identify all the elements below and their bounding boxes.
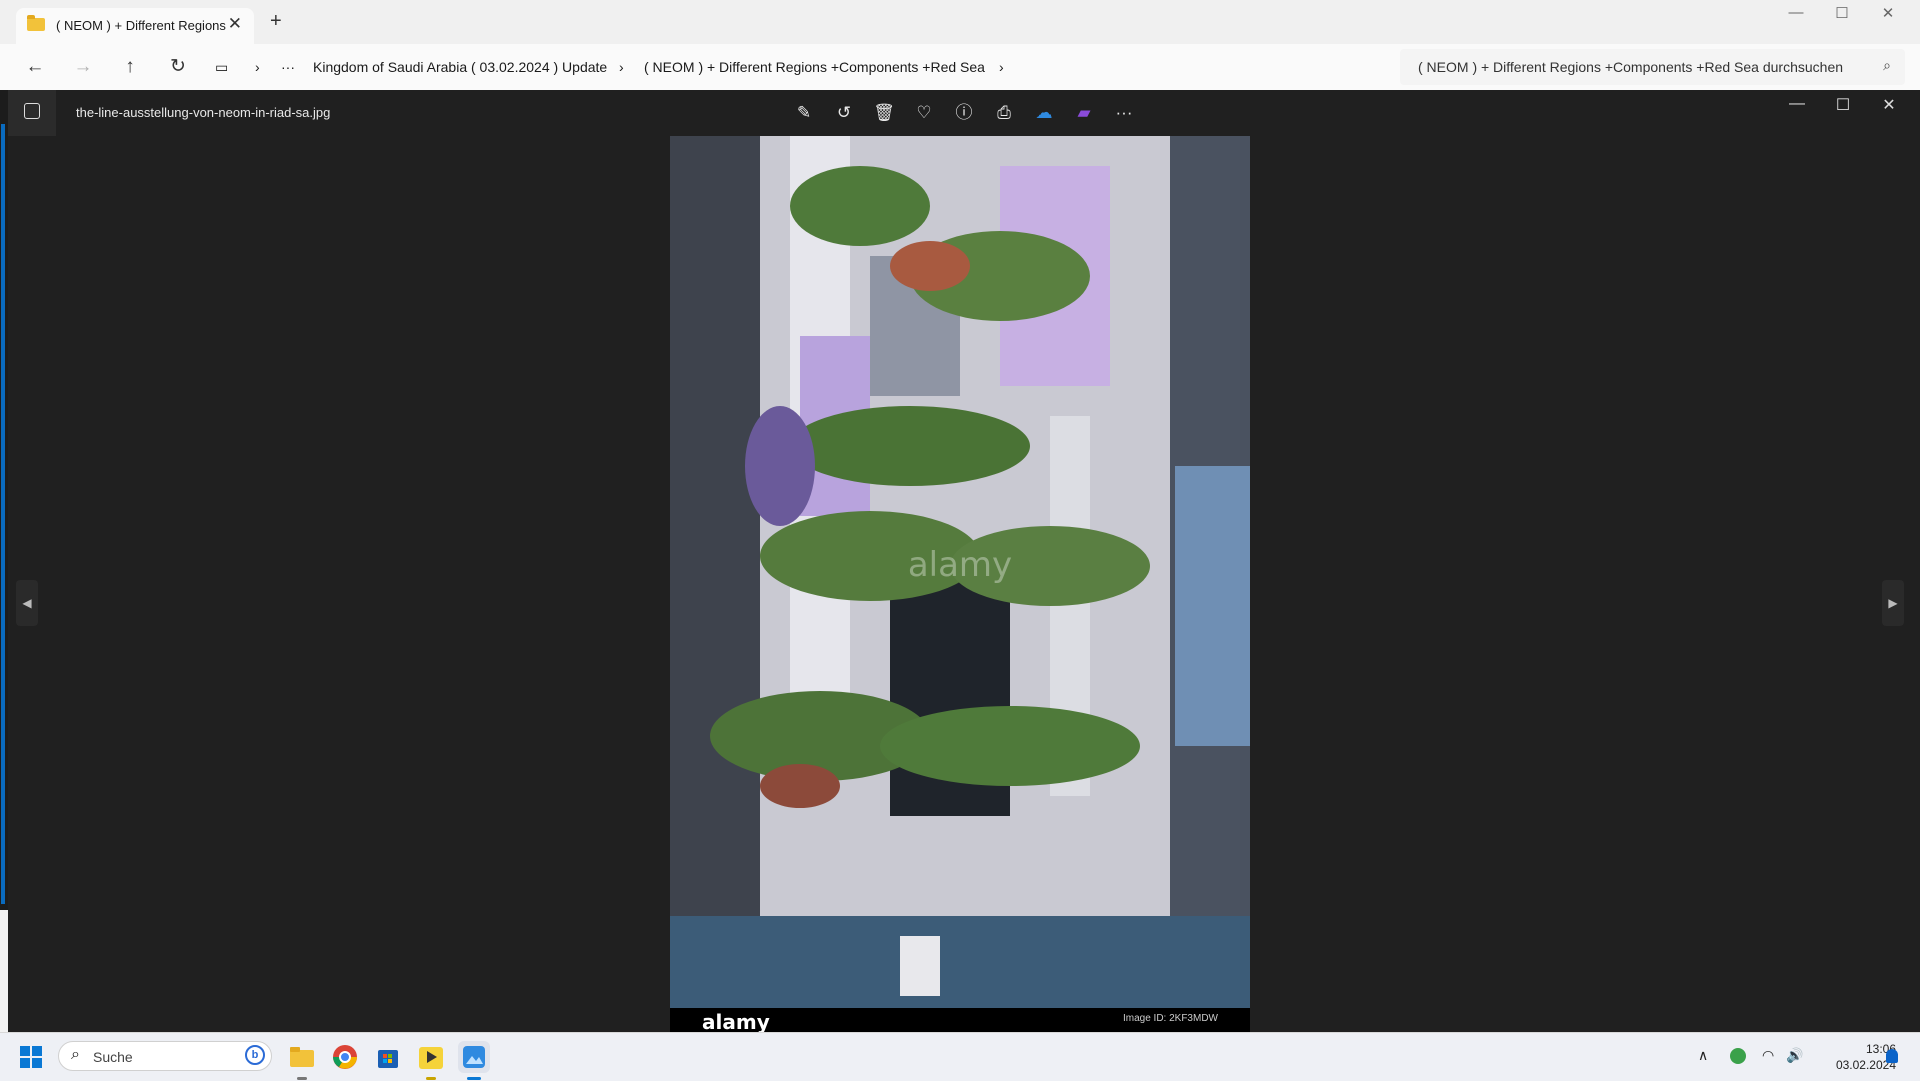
breadcrumb-item-neom[interactable]: ( NEOM ) + Different Regions +Components…	[644, 59, 985, 75]
search-placeholder: ( NEOM ) + Different Regions +Components…	[1418, 59, 1844, 75]
explorer-tab[interactable]: ( NEOM ) + Different Regions ✕	[16, 8, 254, 44]
player-taskbar-icon[interactable]	[415, 1041, 447, 1080]
photos-icon	[463, 1046, 485, 1068]
previous-image-button[interactable]: ◀	[16, 580, 38, 626]
wifi-icon[interactable]: ◠	[1762, 1047, 1774, 1064]
more-options-icon[interactable]: ···	[1110, 100, 1138, 126]
photos-titlebar: the-line-ausstellung-von-neom-in-riad-sa…	[8, 90, 1920, 136]
bing-icon[interactable]: b	[245, 1045, 265, 1065]
date-text: 03.02.2024	[1835, 1058, 1896, 1072]
background-window-accent	[1, 124, 5, 904]
tab-title: ( NEOM ) + Different Regions	[56, 18, 226, 33]
photos-minimize-button[interactable]: —	[1774, 95, 1820, 113]
search-icon: ⌕	[71, 1046, 80, 1063]
breadcrumb-overflow-button[interactable]: ···	[281, 59, 295, 75]
new-tab-button[interactable]: +	[270, 10, 282, 33]
store-icon	[378, 1050, 398, 1068]
tab-close-button[interactable]: ✕	[228, 14, 242, 34]
breadcrumb: ▭ › ··· Kingdom of Saudi Arabia ( 03.02.…	[215, 50, 1395, 84]
explorer-minimize-button[interactable]: —	[1773, 4, 1819, 21]
onedrive-icon[interactable]: ☁	[1030, 100, 1058, 126]
photos-close-button[interactable]: ✕	[1866, 95, 1912, 115]
show-hidden-icons-button[interactable]: ∧	[1698, 1047, 1708, 1064]
chrome-icon	[333, 1045, 357, 1069]
delete-icon[interactable]: 🗑	[870, 100, 898, 126]
file-explorer-taskbar-icon[interactable]	[286, 1041, 318, 1080]
this-pc-icon[interactable]: ▭	[215, 59, 228, 76]
alamy-logo: alamy	[702, 1010, 770, 1034]
refresh-button[interactable]: ↻	[161, 52, 195, 82]
clipchamp-icon[interactable]: ▰	[1070, 100, 1098, 126]
next-image-button[interactable]: ▶	[1882, 580, 1904, 626]
taskbar-search-label: Suche	[93, 1049, 133, 1065]
photos-app-icon[interactable]	[8, 90, 56, 136]
up-button[interactable]: ↑	[113, 52, 147, 82]
photo-display[interactable]: alamy	[670, 136, 1250, 1032]
neom-the-line-model-photo: alamy	[670, 136, 1250, 1032]
image-id: Image ID: 2KF3MDW	[1122, 1013, 1218, 1024]
file-name: the-line-ausstellung-von-neom-in-riad-sa…	[76, 105, 331, 120]
security-status-icon[interactable]	[1730, 1048, 1746, 1064]
breadcrumb-separator[interactable]: ›	[999, 59, 1004, 75]
explorer-close-button[interactable]: ✕	[1865, 4, 1911, 22]
breadcrumb-separator[interactable]: ›	[255, 59, 260, 75]
favorite-icon[interactable]: ♡	[910, 100, 938, 126]
taskbar: ⌕ Suche b ∧ ◠ 🔊 13:06 03.02.2024	[0, 1032, 1920, 1081]
print-icon[interactable]: ⎙	[990, 100, 1018, 126]
microsoft-store-taskbar-icon[interactable]	[372, 1041, 404, 1073]
folder-icon	[290, 1047, 314, 1067]
photos-maximize-button[interactable]: ☐	[1820, 95, 1866, 115]
back-button[interactable]: ←	[18, 52, 52, 82]
image-caption-strip: alamy Image ID: 2KF3MDW	[670, 1008, 1250, 1034]
volume-icon[interactable]: 🔊	[1786, 1047, 1803, 1064]
clock[interactable]: 13:06 03.02.2024	[1810, 1041, 1896, 1073]
breadcrumb-item-ksa[interactable]: Kingdom of Saudi Arabia ( 03.02.2024 ) U…	[313, 59, 607, 75]
info-icon[interactable]: ⓘ	[950, 100, 978, 126]
taskbar-search-input[interactable]: ⌕ Suche b	[58, 1041, 272, 1071]
time-text: 13:06	[1865, 1042, 1896, 1056]
player-icon	[419, 1047, 443, 1069]
photos-taskbar-icon[interactable]	[458, 1041, 490, 1080]
search-icon: ⌕	[1883, 57, 1891, 73]
folder-icon	[27, 15, 45, 31]
breadcrumb-separator[interactable]: ›	[619, 59, 624, 75]
start-button[interactable]	[20, 1046, 42, 1068]
file-explorer-window: ( NEOM ) + Different Regions ✕ + — ☐ ✕ ←…	[0, 0, 1920, 90]
edit-image-icon[interactable]: ✎	[790, 100, 818, 126]
watermark: alamy	[908, 545, 1012, 585]
forward-button[interactable]: →	[66, 52, 100, 82]
folder-search-input[interactable]: ( NEOM ) + Different Regions +Components…	[1400, 49, 1905, 85]
address-bar: ← → ↑ ↻ ▭ › ··· Kingdom of Saudi Arabia …	[0, 44, 1920, 90]
notification-bell-icon[interactable]	[1886, 1049, 1898, 1063]
explorer-maximize-button[interactable]: ☐	[1819, 4, 1865, 22]
tab-bar: ( NEOM ) + Different Regions ✕ + — ☐ ✕	[0, 0, 1920, 44]
chrome-taskbar-icon[interactable]	[329, 1041, 361, 1073]
background-window-edge	[0, 90, 8, 910]
rotate-icon[interactable]: ↺	[830, 100, 858, 126]
